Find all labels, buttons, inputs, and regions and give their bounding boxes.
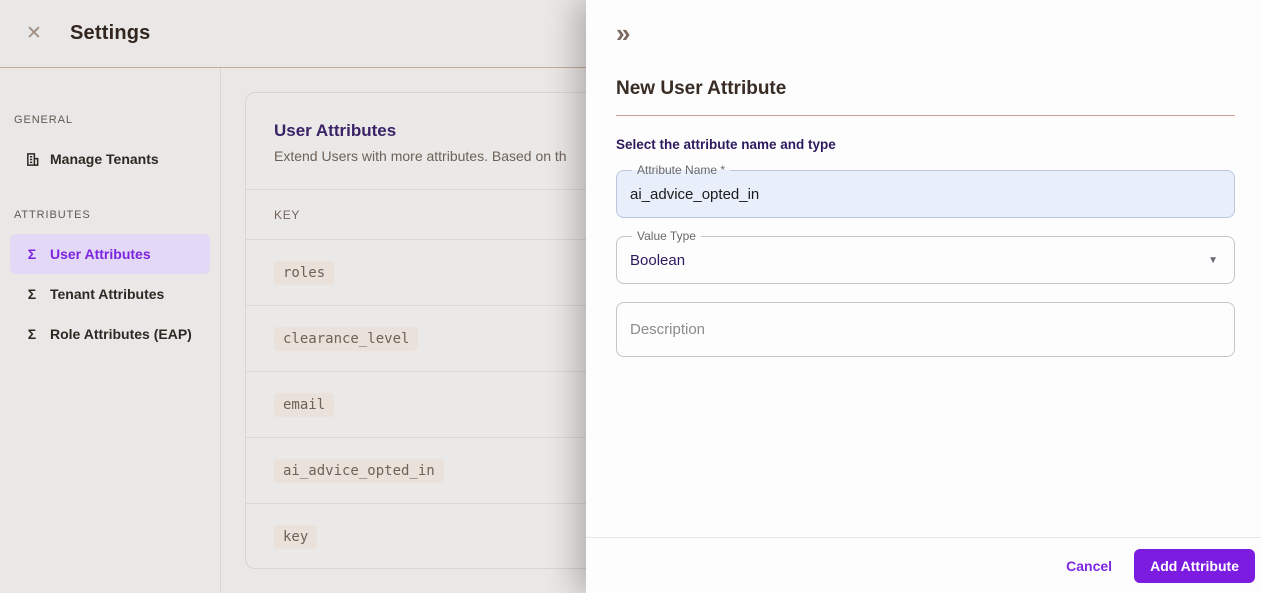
drawer-footer: Cancel Add Attribute: [586, 537, 1261, 593]
dropdown-arrow-icon: ▼: [1208, 254, 1218, 266]
attribute-key-chip: key: [274, 525, 318, 549]
drawer-divider: [616, 115, 1235, 116]
sidebar-item-label: Role Attributes (EAP): [50, 326, 192, 342]
attribute-key-chip: clearance_level: [274, 326, 419, 351]
sidebar-item-user-attributes[interactable]: Σ User Attributes: [10, 234, 210, 274]
attribute-key-chip: roles: [274, 260, 335, 285]
value-type-label: Value Type: [637, 229, 696, 243]
sidebar-item-manage-tenants[interactable]: Manage Tenants: [10, 139, 210, 179]
value-type-selected-value: Boolean: [630, 251, 686, 269]
sidebar-item-tenant-attributes[interactable]: Σ Tenant Attributes: [10, 274, 210, 314]
cancel-button[interactable]: Cancel: [1066, 558, 1112, 574]
attribute-name-field: Attribute Name *: [616, 163, 1235, 218]
sidebar-item-label: Tenant Attributes: [50, 286, 165, 302]
attribute-key-chip: ai_advice_opted_in: [274, 458, 444, 483]
sidebar: GENERAL Manage Tenants ATTRIBUTES Σ User…: [0, 68, 221, 593]
description-field: [616, 302, 1235, 357]
value-type-field[interactable]: Value Type Boolean ▼: [616, 229, 1235, 284]
drawer-title: New User Attribute: [616, 78, 787, 99]
sidebar-item-label: Manage Tenants: [50, 151, 159, 167]
sigma-icon: Σ: [27, 246, 37, 262]
sidebar-item-label: User Attributes: [50, 246, 151, 262]
sidebar-item-role-attributes[interactable]: Σ Role Attributes (EAP): [10, 314, 210, 354]
attribute-name-input[interactable]: [630, 179, 1221, 209]
settings-window: ✕ Settings GENERAL Manage Tenants ATTRIB…: [0, 0, 1261, 593]
sidebar-section-general: GENERAL: [14, 114, 73, 126]
attribute-name-label: Attribute Name *: [637, 163, 726, 177]
new-attribute-drawer: » New User Attribute Select the attribut…: [586, 0, 1261, 593]
sigma-icon: Σ: [27, 286, 37, 302]
page-title: Settings: [70, 22, 151, 44]
close-icon[interactable]: ✕: [26, 20, 54, 48]
attribute-key-chip: email: [274, 392, 335, 417]
drawer-section-heading: Select the attribute name and type: [616, 137, 836, 152]
building-icon: [24, 152, 40, 167]
description-input[interactable]: [630, 321, 1221, 338]
collapse-drawer-icon[interactable]: »: [616, 20, 646, 46]
add-attribute-button[interactable]: Add Attribute: [1134, 548, 1255, 583]
sidebar-section-attributes: ATTRIBUTES: [14, 209, 91, 221]
sigma-icon: Σ: [27, 326, 37, 342]
